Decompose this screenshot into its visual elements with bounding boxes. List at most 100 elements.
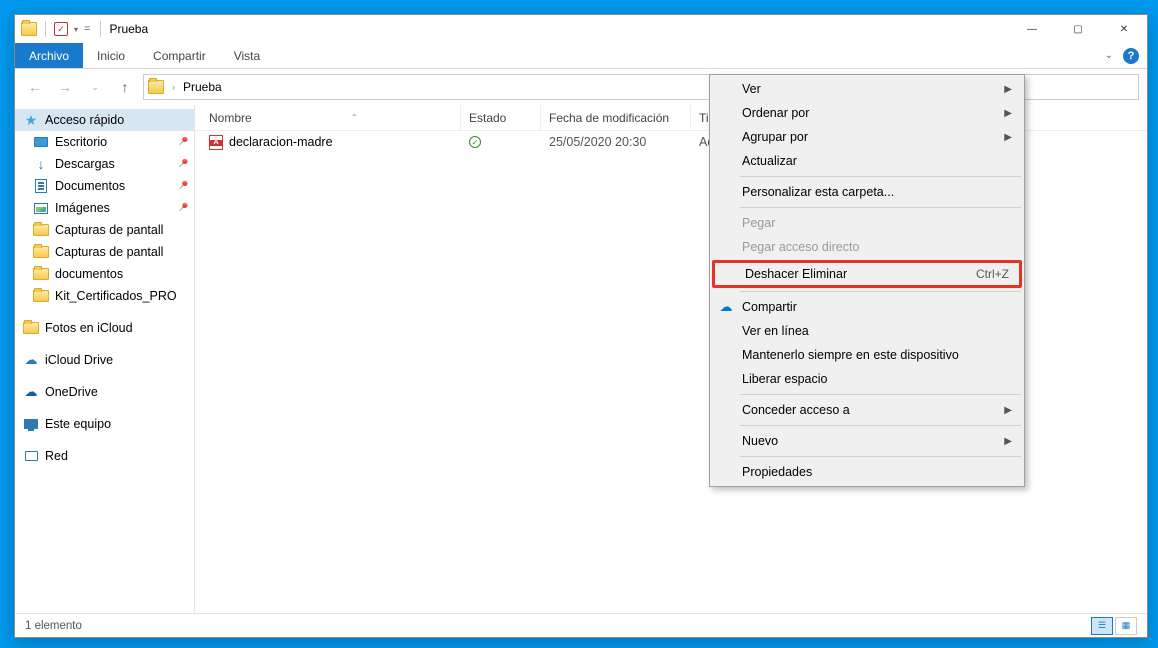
minimize-button[interactable]: —	[1009, 15, 1055, 43]
column-modified[interactable]: Fecha de modificación	[541, 105, 691, 130]
sidebar-quick-access[interactable]: ★ Acceso rápido	[15, 109, 194, 131]
sidebar-item-label: Acceso rápido	[45, 113, 124, 127]
ribbon-expand-icon[interactable]: ⌄	[1105, 50, 1113, 61]
nav-forward-button[interactable]: →	[53, 75, 77, 99]
cm-shortcut: Ctrl+Z	[976, 267, 1009, 281]
cm-customize-folder[interactable]: Personalizar esta carpeta...	[712, 180, 1022, 204]
maximize-button[interactable]: ▢	[1055, 15, 1101, 43]
tab-share[interactable]: Compartir	[139, 43, 220, 68]
icloud-icon: ☁	[23, 353, 39, 367]
cm-view[interactable]: Ver▶	[712, 77, 1022, 101]
cm-paste-shortcut: Pegar acceso directo	[712, 235, 1022, 259]
folder-icon	[33, 224, 49, 236]
cm-refresh[interactable]: Actualizar	[712, 149, 1022, 173]
cm-separator	[740, 176, 1021, 177]
column-status[interactable]: Estado	[461, 105, 541, 130]
cm-paste: Pegar	[712, 211, 1022, 235]
submenu-arrow-icon: ▶	[1004, 108, 1012, 119]
cm-separator	[740, 456, 1021, 457]
titlebar: ✓ ▾ = Prueba — ▢ ✕	[15, 15, 1147, 43]
desktop-icon	[34, 137, 48, 147]
onedrive-icon: ☁	[23, 385, 39, 399]
tab-view[interactable]: Vista	[220, 43, 274, 68]
navigation-pane: ★ Acceso rápido Escritorio 📍 ↓ Descargas…	[15, 105, 195, 613]
folder-icon	[33, 268, 49, 280]
nav-back-button[interactable]: ←	[23, 75, 47, 99]
sidebar-item-label: Capturas de pantall	[55, 223, 163, 237]
qat-dropdown-icon[interactable]: ▾	[74, 25, 78, 34]
cm-sort[interactable]: Ordenar por▶	[712, 101, 1022, 125]
column-name[interactable]: Nombre⌃	[201, 105, 461, 130]
sidebar-item-label: iCloud Drive	[45, 353, 113, 367]
cm-view-online[interactable]: Ver en línea	[712, 319, 1022, 343]
window-title: Prueba	[109, 22, 148, 36]
close-button[interactable]: ✕	[1101, 15, 1147, 43]
qat-separator	[45, 21, 46, 37]
sidebar-documents[interactable]: Documentos 📍	[15, 175, 194, 197]
cm-new[interactable]: Nuevo▶	[712, 429, 1022, 453]
sidebar-kit-certificados[interactable]: Kit_Certificados_PRO	[15, 285, 194, 307]
sync-ok-icon: ✓	[469, 136, 481, 148]
tab-home[interactable]: Inicio	[83, 43, 139, 68]
sidebar-documentos-folder[interactable]: documentos	[15, 263, 194, 285]
qat-separator-2	[100, 21, 101, 37]
sidebar-captures-2[interactable]: Capturas de pantall	[15, 241, 194, 263]
pin-icon: 📍	[173, 134, 190, 151]
sidebar-item-label: Kit_Certificados_PRO	[55, 289, 177, 303]
sidebar-onedrive[interactable]: ☁ OneDrive	[15, 381, 194, 403]
cm-free-space[interactable]: Liberar espacio	[712, 367, 1022, 391]
qat-properties-icon[interactable]: ✓	[54, 22, 68, 36]
breadcrumb-current[interactable]: Prueba	[183, 80, 222, 94]
submenu-arrow-icon: ▶	[1004, 84, 1012, 95]
this-pc-icon	[24, 419, 38, 429]
sidebar-network[interactable]: Red	[15, 445, 194, 467]
nav-recent-dropdown[interactable]: ⌄	[83, 75, 107, 99]
pin-icon: 📍	[173, 200, 190, 217]
cm-always-keep[interactable]: Mantenerlo siempre en este dispositivo	[712, 343, 1022, 367]
sidebar-item-label: OneDrive	[45, 385, 98, 399]
view-icons-button[interactable]: ▦	[1115, 617, 1137, 635]
file-modified: 25/05/2020 20:30	[549, 135, 646, 149]
sidebar-this-pc[interactable]: Este equipo	[15, 413, 194, 435]
submenu-arrow-icon: ▶	[1004, 405, 1012, 416]
sidebar-item-label: Documentos	[55, 179, 125, 193]
ribbon-tabs: Archivo Inicio Compartir Vista ⌄ ?	[15, 43, 1147, 69]
submenu-arrow-icon: ▶	[1004, 436, 1012, 447]
cm-separator	[740, 425, 1021, 426]
cm-share[interactable]: ☁Compartir	[712, 295, 1022, 319]
nav-up-button[interactable]: ↑	[113, 75, 137, 99]
address-folder-icon	[148, 80, 164, 94]
cm-properties[interactable]: Propiedades	[712, 460, 1022, 484]
submenu-arrow-icon: ▶	[1004, 132, 1012, 143]
cm-give-access[interactable]: Conceder acceso a▶	[712, 398, 1022, 422]
context-menu: Ver▶ Ordenar por▶ Agrupar por▶ Actualiza…	[709, 74, 1025, 487]
sidebar-icloud-photos[interactable]: Fotos en iCloud	[15, 317, 194, 339]
onedrive-cloud-icon: ☁	[718, 299, 734, 315]
downloads-icon: ↓	[33, 157, 49, 171]
sidebar-desktop[interactable]: Escritorio 📍	[15, 131, 194, 153]
sidebar-item-label: documentos	[55, 267, 123, 281]
sort-indicator-icon: ⌃	[351, 113, 358, 122]
sidebar-pictures[interactable]: Imágenes 📍	[15, 197, 194, 219]
network-icon	[25, 451, 38, 461]
pdf-icon	[209, 135, 223, 150]
cm-separator	[740, 291, 1021, 292]
cm-group[interactable]: Agrupar por▶	[712, 125, 1022, 149]
view-details-button[interactable]: ☰	[1091, 617, 1113, 635]
qat-customize-icon[interactable]: =	[84, 23, 90, 35]
help-icon[interactable]: ?	[1123, 48, 1139, 64]
sidebar-downloads[interactable]: ↓ Descargas 📍	[15, 153, 194, 175]
sidebar-item-label: Este equipo	[45, 417, 111, 431]
documents-icon	[35, 179, 47, 193]
pictures-icon	[34, 203, 48, 214]
sidebar-captures-1[interactable]: Capturas de pantall	[15, 219, 194, 241]
folder-icon	[33, 290, 49, 302]
sidebar-item-label: Red	[45, 449, 68, 463]
cm-undo-delete[interactable]: Deshacer Eliminar Ctrl+Z	[715, 263, 1019, 285]
status-item-count: 1 elemento	[25, 620, 82, 632]
sidebar-icloud-drive[interactable]: ☁ iCloud Drive	[15, 349, 194, 371]
tab-file[interactable]: Archivo	[15, 43, 83, 68]
sidebar-item-label: Capturas de pantall	[55, 245, 163, 259]
cm-separator	[740, 394, 1021, 395]
sidebar-item-label: Fotos en iCloud	[45, 321, 133, 335]
